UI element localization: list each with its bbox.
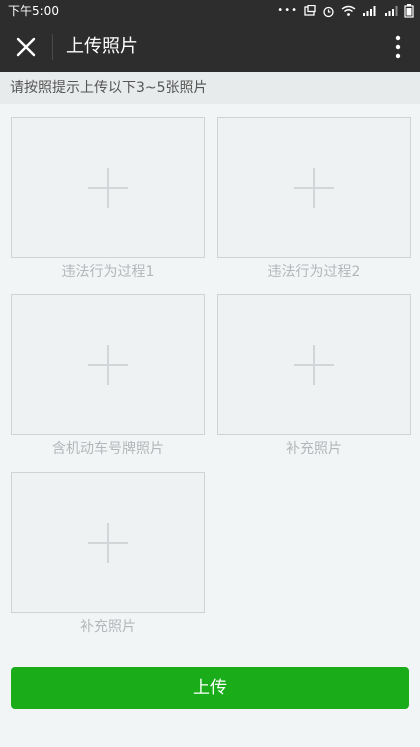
photo-slot-label: 补充照片 xyxy=(80,619,136,635)
status-time: 下午5:00 xyxy=(8,4,59,18)
plus-icon xyxy=(88,168,128,208)
plus-icon xyxy=(88,345,128,385)
photo-slot[interactable]: 补充照片 xyxy=(217,294,411,458)
dots-icon: ••• xyxy=(277,5,298,16)
photo-slot-box[interactable] xyxy=(11,117,205,258)
alarm-icon xyxy=(323,6,334,17)
photo-slot-box[interactable] xyxy=(217,294,411,435)
photo-slot[interactable]: 违法行为过程1 xyxy=(11,117,205,281)
status-bar: 下午5:00 ••• xyxy=(0,0,420,22)
photo-slot-box[interactable] xyxy=(217,117,411,258)
close-icon[interactable] xyxy=(10,31,42,63)
photo-grid: 违法行为过程1 违法行为过程2 含机动车号牌照片 补充照片 补充照片 xyxy=(0,0,420,747)
screen-icon xyxy=(304,5,316,16)
instruction-text: 请按照提示上传以下3~5张照片 xyxy=(0,72,420,104)
upload-button[interactable]: 上传 xyxy=(11,667,409,709)
battery-icon xyxy=(404,4,414,18)
photo-slot-box[interactable] xyxy=(11,472,205,613)
photo-slot[interactable]: 含机动车号牌照片 xyxy=(11,294,205,458)
status-icons: ••• xyxy=(277,0,414,22)
title-bar: 上传照片 xyxy=(0,22,420,72)
signal-icon xyxy=(385,6,398,16)
photo-slot-label: 补充照片 xyxy=(286,441,342,457)
photo-slot[interactable]: 补充照片 xyxy=(11,472,205,636)
photo-slot-box[interactable] xyxy=(11,294,205,435)
plus-icon xyxy=(88,523,128,563)
photo-slot-label: 违法行为过程2 xyxy=(267,264,361,280)
photo-slot-label: 含机动车号牌照片 xyxy=(52,441,164,457)
wifi-icon xyxy=(341,5,356,16)
photo-slot-label: 违法行为过程1 xyxy=(61,264,155,280)
plus-icon xyxy=(294,168,334,208)
title-divider xyxy=(52,34,53,60)
more-vertical-icon[interactable] xyxy=(388,34,408,60)
plus-icon xyxy=(294,345,334,385)
signal-icon xyxy=(363,6,376,16)
photo-slot[interactable]: 违法行为过程2 xyxy=(217,117,411,281)
page-title: 上传照片 xyxy=(66,36,138,57)
